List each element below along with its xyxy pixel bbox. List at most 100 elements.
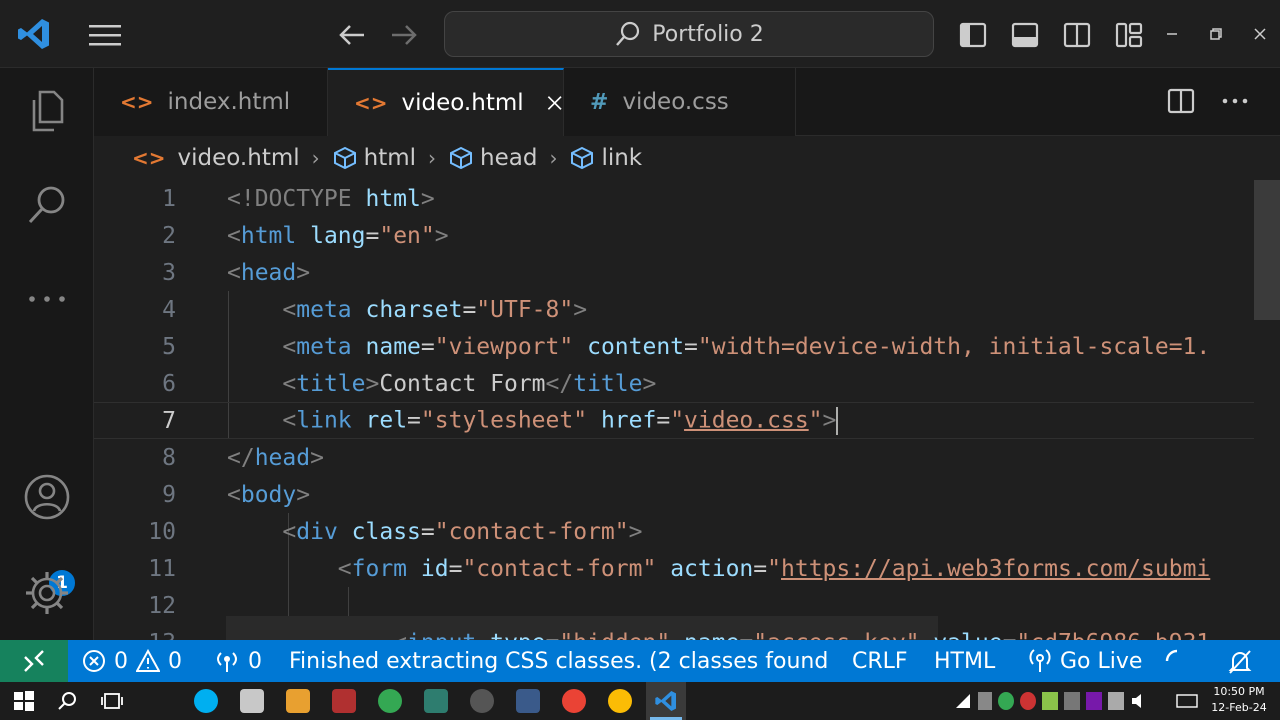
breadcrumb-separator-icon: › xyxy=(549,146,558,170)
broadcast-icon xyxy=(217,652,237,672)
line-number: 2 xyxy=(162,222,176,249)
chrome-icon[interactable] xyxy=(378,689,402,713)
tray-green-icon[interactable] xyxy=(1042,692,1058,710)
line-number: 3 xyxy=(162,259,176,286)
app-blue-icon[interactable] xyxy=(516,689,540,713)
code-line[interactable]: 2 <html lang="en"> xyxy=(94,217,1280,254)
breadcrumb-item-html[interactable]: html xyxy=(364,145,416,171)
eol-indicator[interactable]: CRLF xyxy=(852,640,908,682)
code-line[interactable]: 13 <input type="hidden" name="access_key… xyxy=(94,624,1280,641)
back-arrow-icon[interactable] xyxy=(336,20,368,50)
css-file-icon: # xyxy=(590,89,609,115)
app-red-shield-icon[interactable] xyxy=(332,689,356,713)
tray-chrome-icon[interactable] xyxy=(998,692,1014,710)
vscode-logo-icon[interactable] xyxy=(16,16,52,52)
breadcrumb-separator-icon: › xyxy=(311,146,320,170)
chrome-second-icon[interactable] xyxy=(608,689,632,713)
tray-app-icon[interactable] xyxy=(978,692,992,710)
settings-gear-icon[interactable] xyxy=(22,568,72,618)
app-clock-icon[interactable] xyxy=(470,689,494,713)
toggle-primary-sidebar-icon[interactable] xyxy=(958,20,988,50)
notifications-bell-icon[interactable] xyxy=(1226,648,1254,676)
code-line[interactable]: 10 <div class="contact-form"> xyxy=(94,513,1280,550)
scrollbar-thumb[interactable] xyxy=(1254,180,1280,320)
taskbar-search-icon[interactable] xyxy=(56,689,80,713)
code-line[interactable]: 11 <form id="contact-form" action="https… xyxy=(94,550,1280,587)
line-number: 4 xyxy=(162,296,176,323)
keyboard-icon[interactable] xyxy=(1176,692,1198,710)
line-number: 10 xyxy=(148,518,176,545)
vscode-taskbar-icon xyxy=(655,691,676,711)
remote-indicator[interactable] xyxy=(0,640,68,682)
chrome-profile-icon[interactable] xyxy=(562,689,586,713)
task-view-icon[interactable] xyxy=(100,689,124,713)
volume-icon[interactable] xyxy=(1130,692,1148,710)
problems-indicator[interactable]: 0 0 xyxy=(82,640,182,682)
code-line[interactable]: 9 <body> xyxy=(94,476,1280,513)
command-center-search[interactable]: Portfolio 2 xyxy=(444,11,934,57)
code-line[interactable]: 8 </head> xyxy=(94,439,1280,476)
line-number: 9 xyxy=(162,481,176,508)
language-mode[interactable]: HTML xyxy=(934,640,995,682)
forward-arrow-icon[interactable] xyxy=(388,20,420,50)
split-editor-icon[interactable] xyxy=(1166,86,1196,116)
system-tray xyxy=(950,682,1206,720)
breadcrumb-item-link[interactable]: link xyxy=(601,145,642,171)
more-views-icon[interactable] xyxy=(22,274,72,324)
search-icon[interactable] xyxy=(22,180,72,230)
line-number: 11 xyxy=(148,555,176,582)
line-number: 6 xyxy=(162,370,176,397)
accounts-icon[interactable] xyxy=(22,472,72,522)
breadcrumb-separator-icon: › xyxy=(428,146,437,170)
windows-start-icon[interactable] xyxy=(12,689,36,713)
tab-label: video.html xyxy=(401,90,524,116)
breadcrumb-item-head[interactable]: head xyxy=(480,145,537,171)
app-folder-icon[interactable] xyxy=(286,689,310,713)
code-text: <body> xyxy=(227,481,311,508)
close-window-icon[interactable] xyxy=(1248,22,1272,46)
battery-icon[interactable] xyxy=(1108,692,1124,710)
html-file-icon: <> xyxy=(354,91,388,115)
activity-bar: 1 xyxy=(0,68,94,640)
restore-icon[interactable] xyxy=(1204,22,1228,46)
tab-label: video.css xyxy=(622,89,729,115)
menu-icon[interactable] xyxy=(88,22,122,48)
error-icon xyxy=(83,650,105,672)
app-shield-icon[interactable] xyxy=(240,689,264,713)
code-line[interactable]: 1 <!DOCTYPE html> xyxy=(94,180,1280,217)
wifi-icon[interactable] xyxy=(954,692,972,710)
language-text: HTML xyxy=(934,648,996,674)
go-live-label: Go Live xyxy=(1060,648,1143,674)
toggle-panel-icon[interactable] xyxy=(1010,20,1040,50)
tray-red-icon[interactable] xyxy=(1020,692,1036,710)
toggle-secondary-sidebar-icon[interactable] xyxy=(1062,20,1092,50)
onenote-icon[interactable] xyxy=(1086,692,1102,710)
error-count: 0 xyxy=(114,648,128,674)
breadcrumb: <> video.html › html › head › link xyxy=(94,136,1280,180)
customize-layout-icon[interactable] xyxy=(1114,20,1144,50)
tab-video-css[interactable]: # video.css xyxy=(564,68,796,136)
skype-icon[interactable] xyxy=(194,689,218,713)
code-line[interactable]: 5 <meta name="viewport" content="width=d… xyxy=(94,328,1280,365)
minimize-icon[interactable] xyxy=(1160,22,1184,46)
explorer-files-icon[interactable] xyxy=(22,86,72,136)
clock-date: 12-Feb-24 xyxy=(1211,701,1267,714)
code-editor[interactable]: 1 <!DOCTYPE html> 2 <html lang="en"> 3 <… xyxy=(94,180,1280,640)
code-line[interactable]: 3 <head> xyxy=(94,254,1280,291)
code-line-current[interactable]: 7 <link rel="stylesheet" href="video.css… xyxy=(94,402,1280,439)
warning-icon xyxy=(136,649,160,672)
go-live-button[interactable]: Go Live xyxy=(1028,640,1142,682)
app-green-icon[interactable] xyxy=(424,689,448,713)
code-line[interactable]: 4 <meta charset="UTF-8"> xyxy=(94,291,1280,328)
tab-video-html[interactable]: <> video.html xyxy=(328,68,564,136)
close-tab-icon[interactable] xyxy=(546,92,563,114)
ports-indicator[interactable]: 0 xyxy=(214,640,262,682)
code-line[interactable]: 6 <title>Contact Form</title> xyxy=(94,365,1280,402)
breadcrumb-item-file[interactable]: video.html xyxy=(178,145,300,171)
element-cube-icon xyxy=(571,146,594,170)
taskbar-clock[interactable]: 10:50 PM 12-Feb-24 xyxy=(1208,684,1270,716)
tab-index-html[interactable]: <> index.html xyxy=(94,68,328,136)
tray-sync-icon[interactable] xyxy=(1064,692,1080,710)
status-message-text: Finished extracting CSS classes. (2 clas… xyxy=(289,648,829,674)
more-actions-icon[interactable] xyxy=(1220,86,1250,116)
